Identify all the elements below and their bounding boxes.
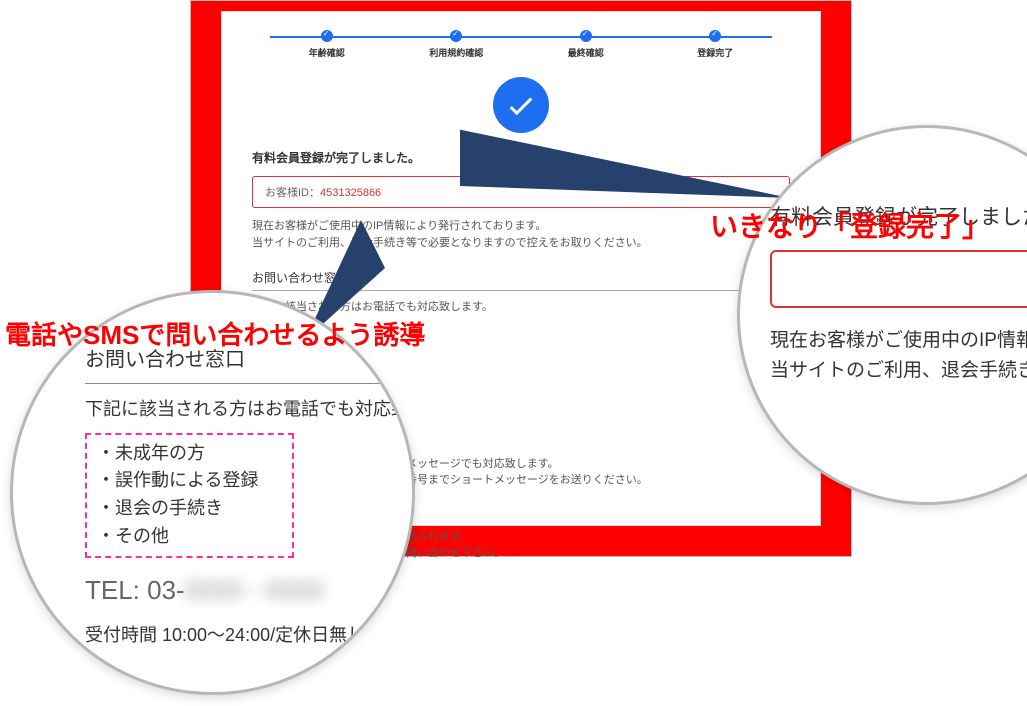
zoom-inquiry-header: お問い合わせ窓口	[770, 416, 1027, 443]
check-icon	[450, 30, 462, 42]
check-icon	[321, 30, 333, 42]
zoom-bullet-other: ・その他	[97, 526, 169, 546]
progress-stepper: 年齢確認 利用規約確認 最終確認 登録完了	[262, 30, 780, 59]
zoom-tel-prefix: TEL: 03-	[85, 575, 185, 605]
step-label: 登録完了	[651, 46, 781, 59]
check-icon	[709, 30, 721, 42]
zoom-ip-line: 現在お客様がご使用中のIP情報に	[770, 330, 1027, 351]
step-label: 利用規約確認	[392, 46, 522, 59]
step-confirm: 最終確認	[521, 30, 651, 59]
zoom-bullet-cancel: ・退会の手続き	[97, 498, 223, 518]
step-complete: 登録完了	[651, 30, 781, 59]
step-terms: 利用規約確認	[392, 30, 522, 59]
annotation-phone-sms-lure: 電話やSMSで問い合わせるよう誘導	[5, 315, 425, 352]
ip-info-line: 当サイトのご利用、退会手続き等で必要となりますので控えをお取りください。	[252, 237, 648, 249]
step-age: 年齢確認	[262, 30, 392, 59]
zoom-tel-number: TEL: 03-0000 - 0000	[85, 568, 415, 612]
customer-id-label: お客様ID：	[265, 187, 320, 199]
zoom-ip-text: 現在お客様がご使用中のIP情報に 当サイトのご利用、退会手続き	[770, 326, 1027, 387]
magnifier-left-content: お問い合わせ窓口 下記に該当される方はお電話でも対応致 ・未成年の方 ・誤作動に…	[85, 343, 415, 651]
step-label: 最終確認	[521, 46, 651, 59]
success-check-icon	[493, 77, 549, 133]
zoom-bullet-box: ・未成年の方 ・誤作動による登録 ・退会の手続き ・その他	[85, 433, 294, 559]
zoom-reception-hours: 受付時間 10:00～24:00/定休日無し	[85, 620, 415, 651]
check-icon	[580, 30, 592, 42]
zoom-ip-line: 当サイトのご利用、退会手続き	[770, 360, 1027, 381]
step-label: 年齢確認	[262, 46, 392, 59]
zoom-customer-box: お客様	[770, 250, 1027, 308]
customer-id-number: 4531325866	[320, 187, 381, 199]
zoom-bullet-minor: ・未成年の方	[97, 443, 205, 463]
ip-info-line: 現在お客様がご使用中のIP情報により発行されております。	[252, 220, 546, 232]
diagram-stage: 年齢確認 利用規約確認 最終確認 登録完了 有料会員登録が完了しました。	[0, 0, 1027, 706]
zoom-tel-blurred: 0000 - 0000	[185, 575, 324, 605]
annotation-sudden-complete: いきなり「登録完了」	[710, 205, 990, 245]
zoom-bullet-mistake: ・誤作動による登録	[97, 470, 258, 490]
zoom-inquiry-sub: 下記に該当される方はお電話でも対応致	[85, 394, 415, 425]
